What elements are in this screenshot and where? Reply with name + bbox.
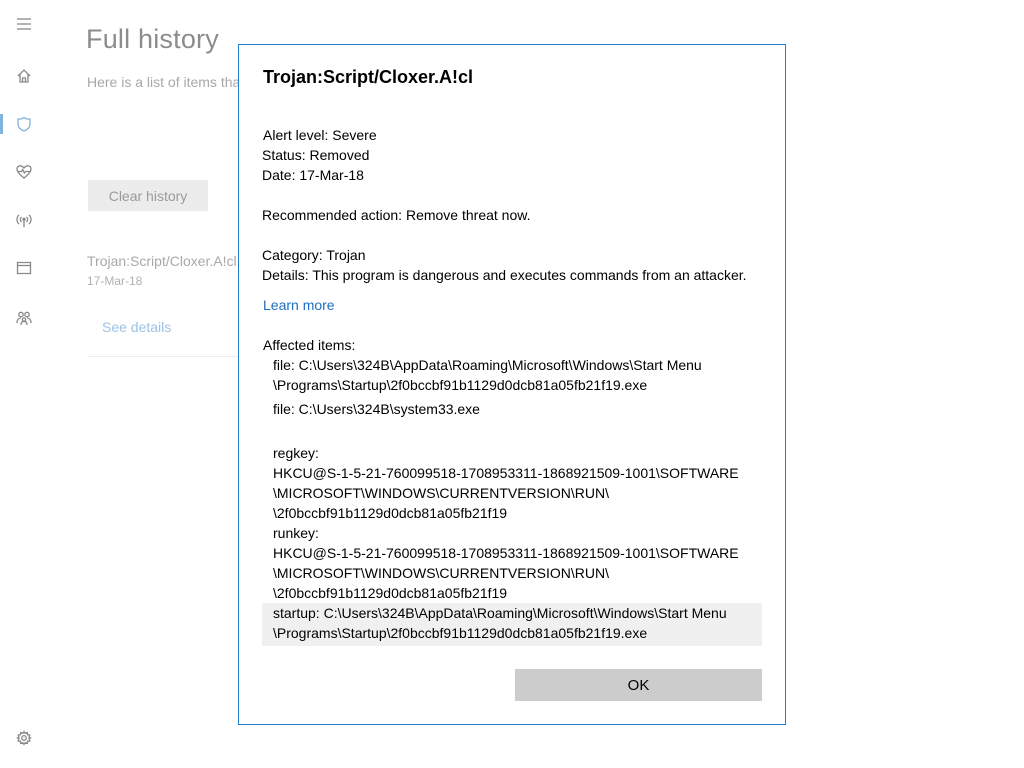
- list-item-selected[interactable]: startup: C:\Users\324B\AppData\Roaming\M…: [262, 603, 762, 646]
- nav-home-button[interactable]: [0, 56, 48, 96]
- heart-pulse-icon: [16, 165, 32, 179]
- date-text: Date: 17-Mar-18: [262, 167, 364, 183]
- hamburger-icon: [17, 18, 31, 30]
- nav-virus-protection-button[interactable]: [0, 104, 48, 144]
- history-item-name: Trojan:Script/Cloxer.A!cl: [87, 253, 237, 269]
- regkey-path: \MICROSOFT\WINDOWS\CURRENTVERSION\RUN\: [273, 485, 609, 501]
- clear-history-button[interactable]: Clear history: [88, 180, 208, 211]
- nav-firewall-button[interactable]: [0, 200, 48, 240]
- affected-items-list: file: C:\Users\324B\AppData\Roaming\Micr…: [262, 355, 762, 646]
- page-description: Here is a list of items that Windows Def…: [87, 74, 247, 90]
- hamburger-menu-button[interactable]: [0, 4, 48, 44]
- affected-file-path: \Programs\Startup\2f0bccbf91b1129d0dcb81…: [273, 377, 648, 393]
- nav-device-health-button[interactable]: [0, 152, 48, 192]
- startup-path: \Programs\Startup\2f0bccbf91b1129d0dcb81…: [273, 625, 648, 641]
- history-divider: [88, 356, 240, 357]
- dialog-title: Trojan:Script/Cloxer.A!cl: [263, 67, 474, 87]
- regkey-path: \2f0bccbf91b1129d0dcb81a05fb21f19: [273, 505, 508, 521]
- see-details-link[interactable]: See details: [102, 319, 171, 335]
- wireless-antenna-icon: [16, 214, 32, 227]
- status-text: Status: Removed: [262, 147, 370, 163]
- nav-settings-button[interactable]: [0, 718, 48, 758]
- gear-icon: [16, 730, 32, 746]
- page-title: Full history: [86, 24, 219, 54]
- browser-window-icon: [16, 261, 32, 275]
- learn-more-link[interactable]: Learn more: [263, 295, 335, 315]
- recommended-action: Recommended action: Remove threat now.: [262, 207, 531, 223]
- history-item-date: 17-Mar-18: [87, 274, 143, 288]
- list-item: file: C:\Users\324B\AppData\Roaming\Micr…: [273, 355, 762, 395]
- nav-app-browser-button[interactable]: [0, 248, 48, 288]
- regkey-path: HKCU@S-1-5-21-760099518-1708953311-18689…: [273, 465, 739, 481]
- regkey-label: regkey:: [273, 445, 319, 461]
- list-item: regkey: HKCU@S-1-5-21-760099518-17089533…: [273, 443, 762, 523]
- ok-button[interactable]: OK: [515, 669, 762, 701]
- affected-file-path: file: C:\Users\324B\system33.exe: [273, 401, 480, 417]
- dialog-body: Alert level: Severe Status: Removed Date…: [262, 125, 762, 646]
- threat-details-dialog: Trojan:Script/Cloxer.A!cl Alert level: S…: [238, 44, 786, 725]
- runkey-path: \MICROSOFT\WINDOWS\CURRENTVERSION\RUN\: [273, 565, 609, 581]
- affected-file-path: file: C:\Users\324B\AppData\Roaming\Micr…: [273, 357, 702, 373]
- nav-family-options-button[interactable]: [0, 298, 48, 338]
- list-item: runkey: HKCU@S-1-5-21-760099518-17089533…: [273, 523, 762, 603]
- runkey-path: \2f0bccbf91b1129d0dcb81a05fb21f19: [273, 585, 508, 601]
- family-icon: [16, 311, 32, 326]
- nav-rail: [0, 0, 48, 768]
- runkey-label: runkey:: [273, 525, 319, 541]
- runkey-path: HKCU@S-1-5-21-760099518-1708953311-18689…: [273, 545, 739, 561]
- shield-icon: [17, 116, 31, 132]
- startup-path: startup: C:\Users\324B\AppData\Roaming\M…: [273, 605, 727, 621]
- home-icon: [17, 69, 31, 83]
- category-text: Category: Trojan: [262, 247, 366, 263]
- details-text: Details: This program is dangerous and e…: [262, 267, 747, 283]
- affected-items-label: Affected items:: [263, 337, 356, 353]
- alert-level: Alert level: Severe: [263, 127, 377, 143]
- list-item: file: C:\Users\324B\system33.exe: [273, 399, 762, 419]
